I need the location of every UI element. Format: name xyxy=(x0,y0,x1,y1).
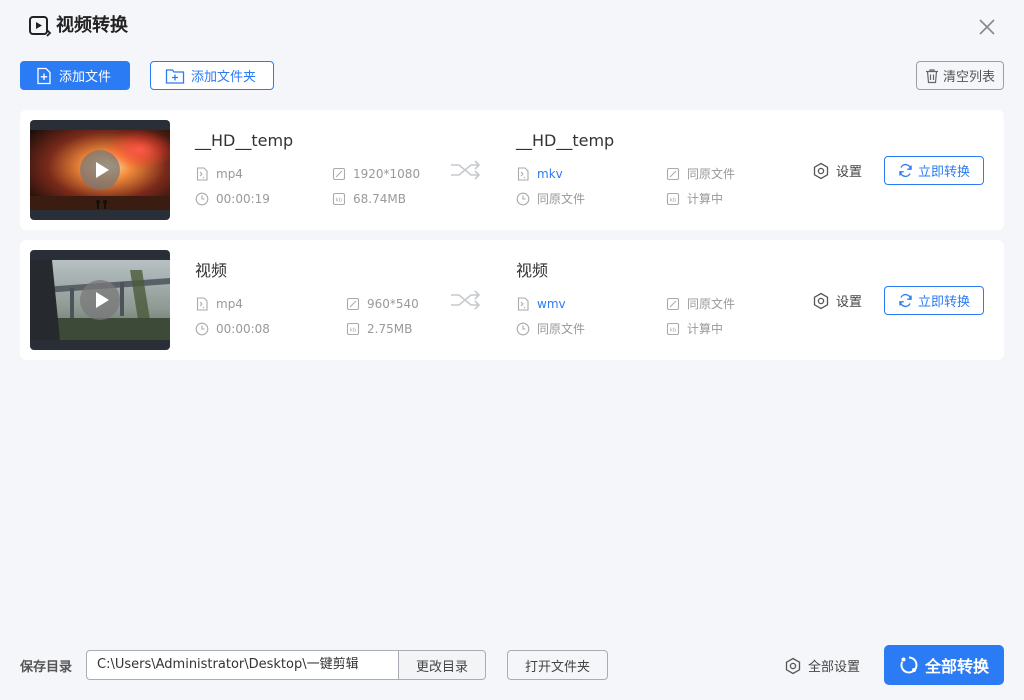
source-size: kb 68.74MB xyxy=(332,191,406,207)
footer-bar: 保存目录 C:\Users\Administrator\Desktop\一键剪辑… xyxy=(0,640,1024,690)
all-settings-button[interactable]: 全部设置 xyxy=(784,656,860,675)
target-format: wmv xyxy=(516,296,566,312)
trash-icon xyxy=(926,68,938,83)
video-thumbnail[interactable] xyxy=(30,250,170,350)
file-size-icon: kb xyxy=(332,192,346,206)
convert-now-label: 立即转换 xyxy=(917,165,970,180)
play-icon[interactable] xyxy=(80,150,120,190)
save-dir-label: 保存目录 xyxy=(20,660,73,675)
settings-label: 设置 xyxy=(836,165,863,180)
settings-label: 设置 xyxy=(836,295,863,310)
source-file-name: 视频 xyxy=(195,261,228,280)
clock-icon xyxy=(516,322,530,336)
clear-list-label: 清空列表 xyxy=(943,70,996,85)
source-duration: 00:00:08 xyxy=(195,321,270,337)
source-resolution: 1920*1080 xyxy=(332,166,420,182)
convert-all-icon xyxy=(900,656,918,674)
add-folder-icon xyxy=(165,68,185,84)
convert-now-button[interactable]: 立即转换 xyxy=(884,286,984,315)
svg-text:kb: kb xyxy=(670,328,677,334)
svg-text:kb: kb xyxy=(670,198,677,204)
convert-all-label: 全部转换 xyxy=(924,657,989,676)
target-resolution: 同原文件 xyxy=(666,296,735,312)
source-duration: 00:00:19 xyxy=(195,191,270,207)
change-dir-button[interactable]: 更改目录 xyxy=(398,650,486,680)
settings-button[interactable]: 设置 xyxy=(812,161,862,180)
convert-now-button[interactable]: 立即转换 xyxy=(884,156,984,185)
clock-icon xyxy=(195,322,209,336)
app-title: 视频转换 xyxy=(56,15,128,36)
convert-all-button[interactable]: 全部转换 xyxy=(884,645,1004,685)
all-settings-label: 全部设置 xyxy=(808,660,861,675)
file-size-icon: kb xyxy=(346,322,360,336)
file-format-icon xyxy=(517,167,529,181)
toolbar: 添加文件 添加文件夹 清空列表 xyxy=(0,60,1024,92)
svg-text:kb: kb xyxy=(336,198,343,204)
close-icon[interactable] xyxy=(976,16,998,38)
file-card: __HD__temp mp4 00:00:19 1920*1080 kb 68.… xyxy=(20,110,1004,230)
add-file-label: 添加文件 xyxy=(59,70,112,85)
add-folder-label: 添加文件夹 xyxy=(191,70,257,85)
svg-text:kb: kb xyxy=(350,328,357,334)
save-path-field[interactable]: C:\Users\Administrator\Desktop\一键剪辑 xyxy=(86,650,399,680)
refresh-icon xyxy=(899,163,912,178)
add-file-icon xyxy=(37,67,51,84)
target-file-name: __HD__temp xyxy=(516,131,615,150)
file-card: 视频 mp4 00:00:08 960*540 kb 2.75MB 视频 wmv… xyxy=(20,240,1004,360)
video-convert-icon xyxy=(29,16,52,37)
target-duration: 同原文件 xyxy=(516,191,585,207)
file-format-icon xyxy=(196,297,208,311)
clear-list-button[interactable]: 清空列表 xyxy=(916,61,1004,90)
title-bar: 视频转换 xyxy=(0,0,1024,52)
play-icon[interactable] xyxy=(80,280,120,320)
resolution-icon xyxy=(666,297,680,311)
video-thumbnail[interactable] xyxy=(30,120,170,220)
file-format-icon xyxy=(196,167,208,181)
target-format: mkv xyxy=(516,166,563,182)
file-size-icon: kb xyxy=(666,192,680,206)
resolution-icon xyxy=(332,167,346,181)
clock-icon xyxy=(516,192,530,206)
convert-now-label: 立即转换 xyxy=(917,295,970,310)
target-size: kb 计算中 xyxy=(666,321,723,337)
gear-icon xyxy=(813,292,829,309)
resolution-icon xyxy=(666,167,680,181)
refresh-icon xyxy=(899,293,912,308)
source-format: mp4 xyxy=(195,296,243,312)
convert-arrow-icon xyxy=(451,160,481,180)
target-file-name: 视频 xyxy=(516,261,549,280)
source-format: mp4 xyxy=(195,166,243,182)
target-resolution: 同原文件 xyxy=(666,166,735,182)
resolution-icon xyxy=(346,297,360,311)
file-size-icon: kb xyxy=(666,322,680,336)
source-resolution: 960*540 xyxy=(346,296,419,312)
add-file-button[interactable]: 添加文件 xyxy=(20,61,130,90)
file-format-icon xyxy=(517,297,529,311)
source-file-name: __HD__temp xyxy=(195,131,294,150)
clock-icon xyxy=(195,192,209,206)
gear-icon xyxy=(785,657,801,674)
open-folder-button[interactable]: 打开文件夹 xyxy=(507,650,608,680)
settings-button[interactable]: 设置 xyxy=(812,291,862,310)
target-size: kb 计算中 xyxy=(666,191,723,207)
convert-arrow-icon xyxy=(451,290,481,310)
add-folder-button[interactable]: 添加文件夹 xyxy=(150,61,274,90)
source-size: kb 2.75MB xyxy=(346,321,412,337)
gear-icon xyxy=(813,162,829,179)
target-duration: 同原文件 xyxy=(516,321,585,337)
